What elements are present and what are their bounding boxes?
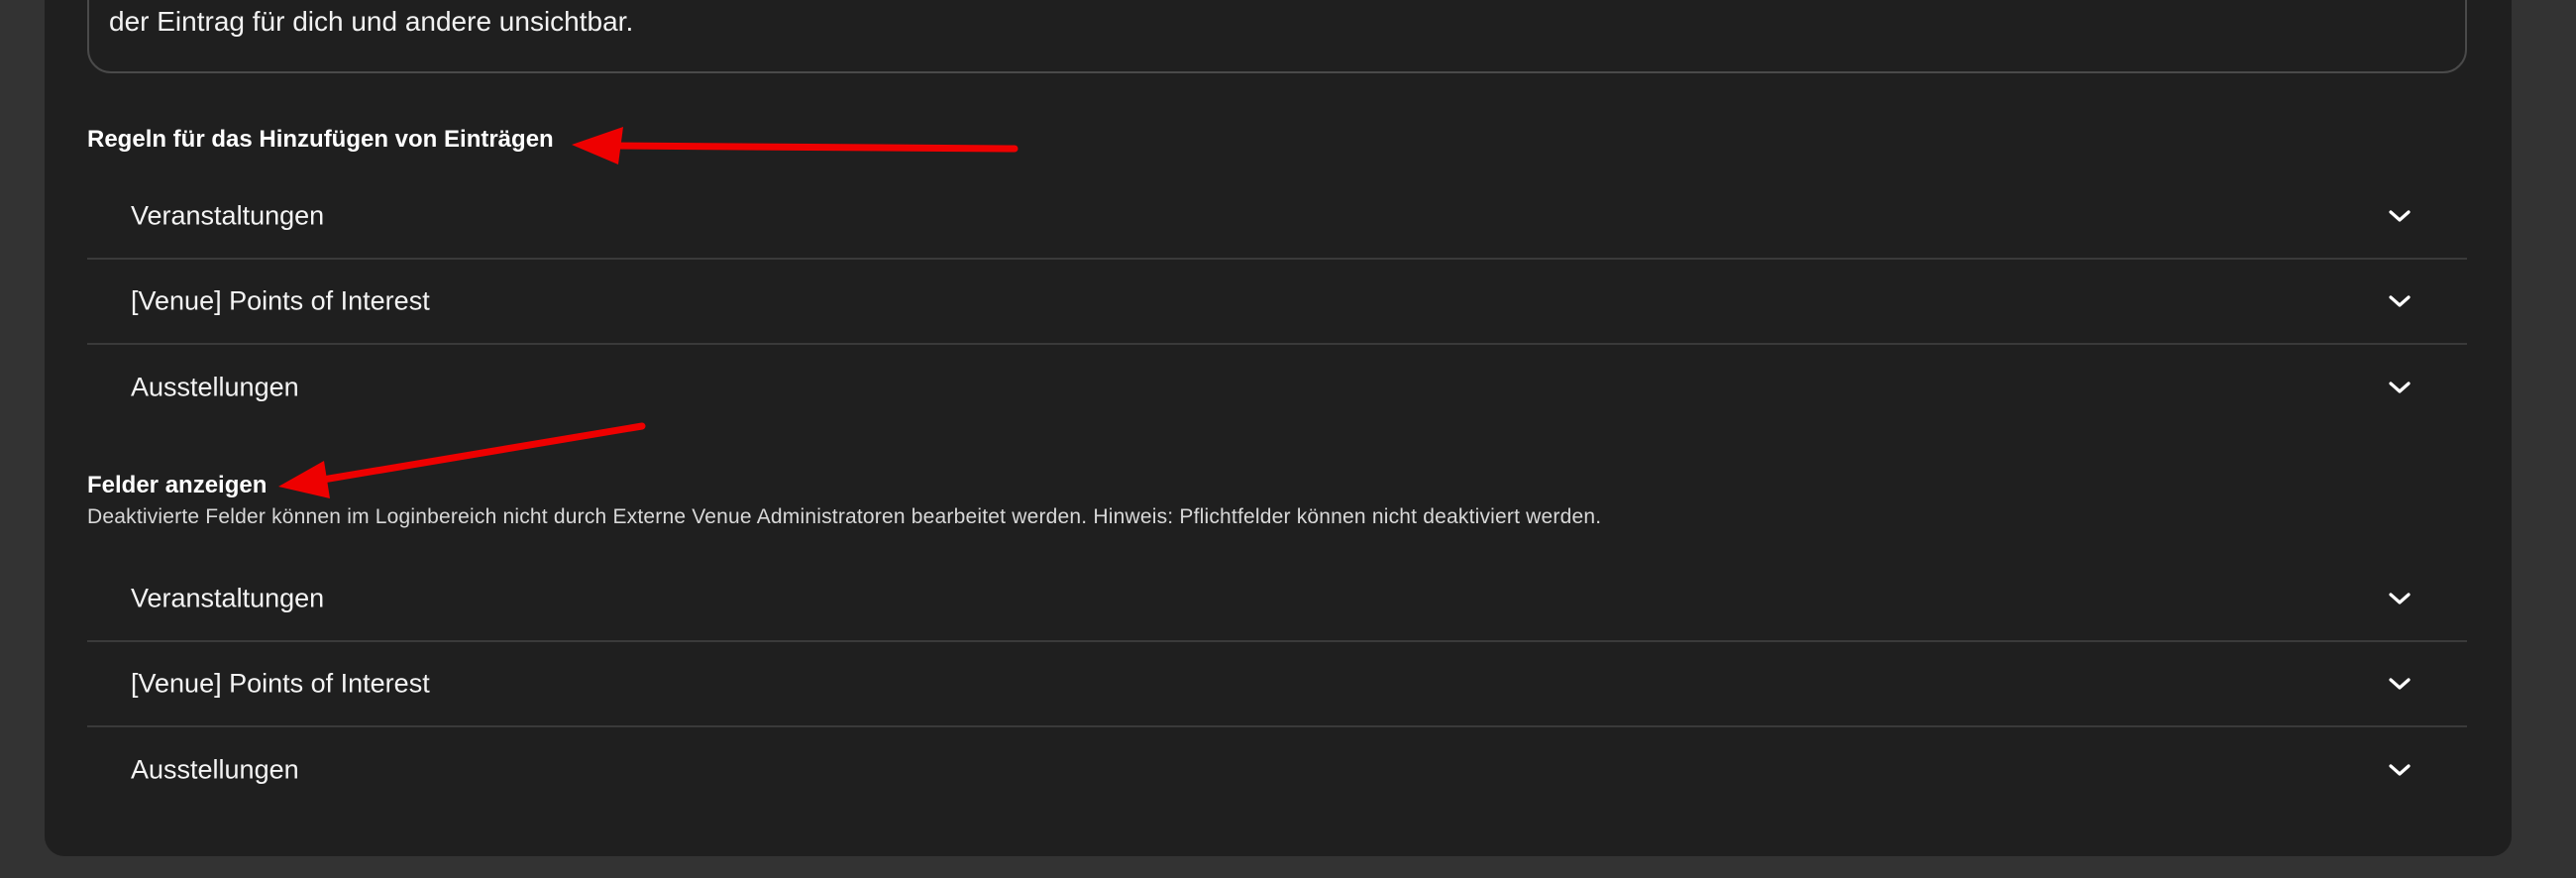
accordion-label: Ausstellungen [131, 372, 299, 402]
fields-section-description: Deaktivierte Felder können im Loginberei… [87, 505, 1602, 528]
chevron-down-icon[interactable] [2388, 592, 2412, 605]
fields-item-veranstaltungen[interactable]: Veranstaltungen [87, 557, 2467, 642]
fields-item-points-of-interest[interactable]: [Venue] Points of Interest [87, 642, 2467, 727]
chevron-down-icon[interactable] [2388, 763, 2412, 777]
accordion-label: Ausstellungen [131, 754, 299, 785]
chevron-down-icon[interactable] [2388, 294, 2412, 308]
accordion-label: Veranstaltungen [131, 200, 325, 231]
fields-section-title: Felder anzeigen [87, 472, 268, 498]
accordion-label: Veranstaltungen [131, 583, 325, 613]
rules-item-ausstellungen[interactable]: Ausstellungen [87, 345, 2467, 430]
chevron-down-icon[interactable] [2388, 381, 2412, 394]
accordion-label: [Venue] Points of Interest [131, 668, 430, 699]
rules-item-points-of-interest[interactable]: [Venue] Points of Interest [87, 260, 2467, 345]
accordion-label: [Venue] Points of Interest [131, 285, 430, 316]
rules-section-title: Regeln für das Hinzufügen von Einträgen [87, 126, 554, 153]
chevron-down-icon[interactable] [2388, 677, 2412, 691]
rules-accordion: Veranstaltungen [Venue] Points of Intere… [87, 174, 2467, 430]
rules-item-veranstaltungen[interactable]: Veranstaltungen [87, 174, 2467, 260]
fields-item-ausstellungen[interactable]: Ausstellungen [87, 727, 2467, 813]
chevron-down-icon[interactable] [2388, 209, 2412, 223]
info-text: der Eintrag für dich und andere unsichtb… [109, 6, 634, 37]
fields-accordion: Veranstaltungen [Venue] Points of Intere… [87, 557, 2467, 813]
info-box: der Eintrag für dich und andere unsichtb… [87, 0, 2467, 73]
